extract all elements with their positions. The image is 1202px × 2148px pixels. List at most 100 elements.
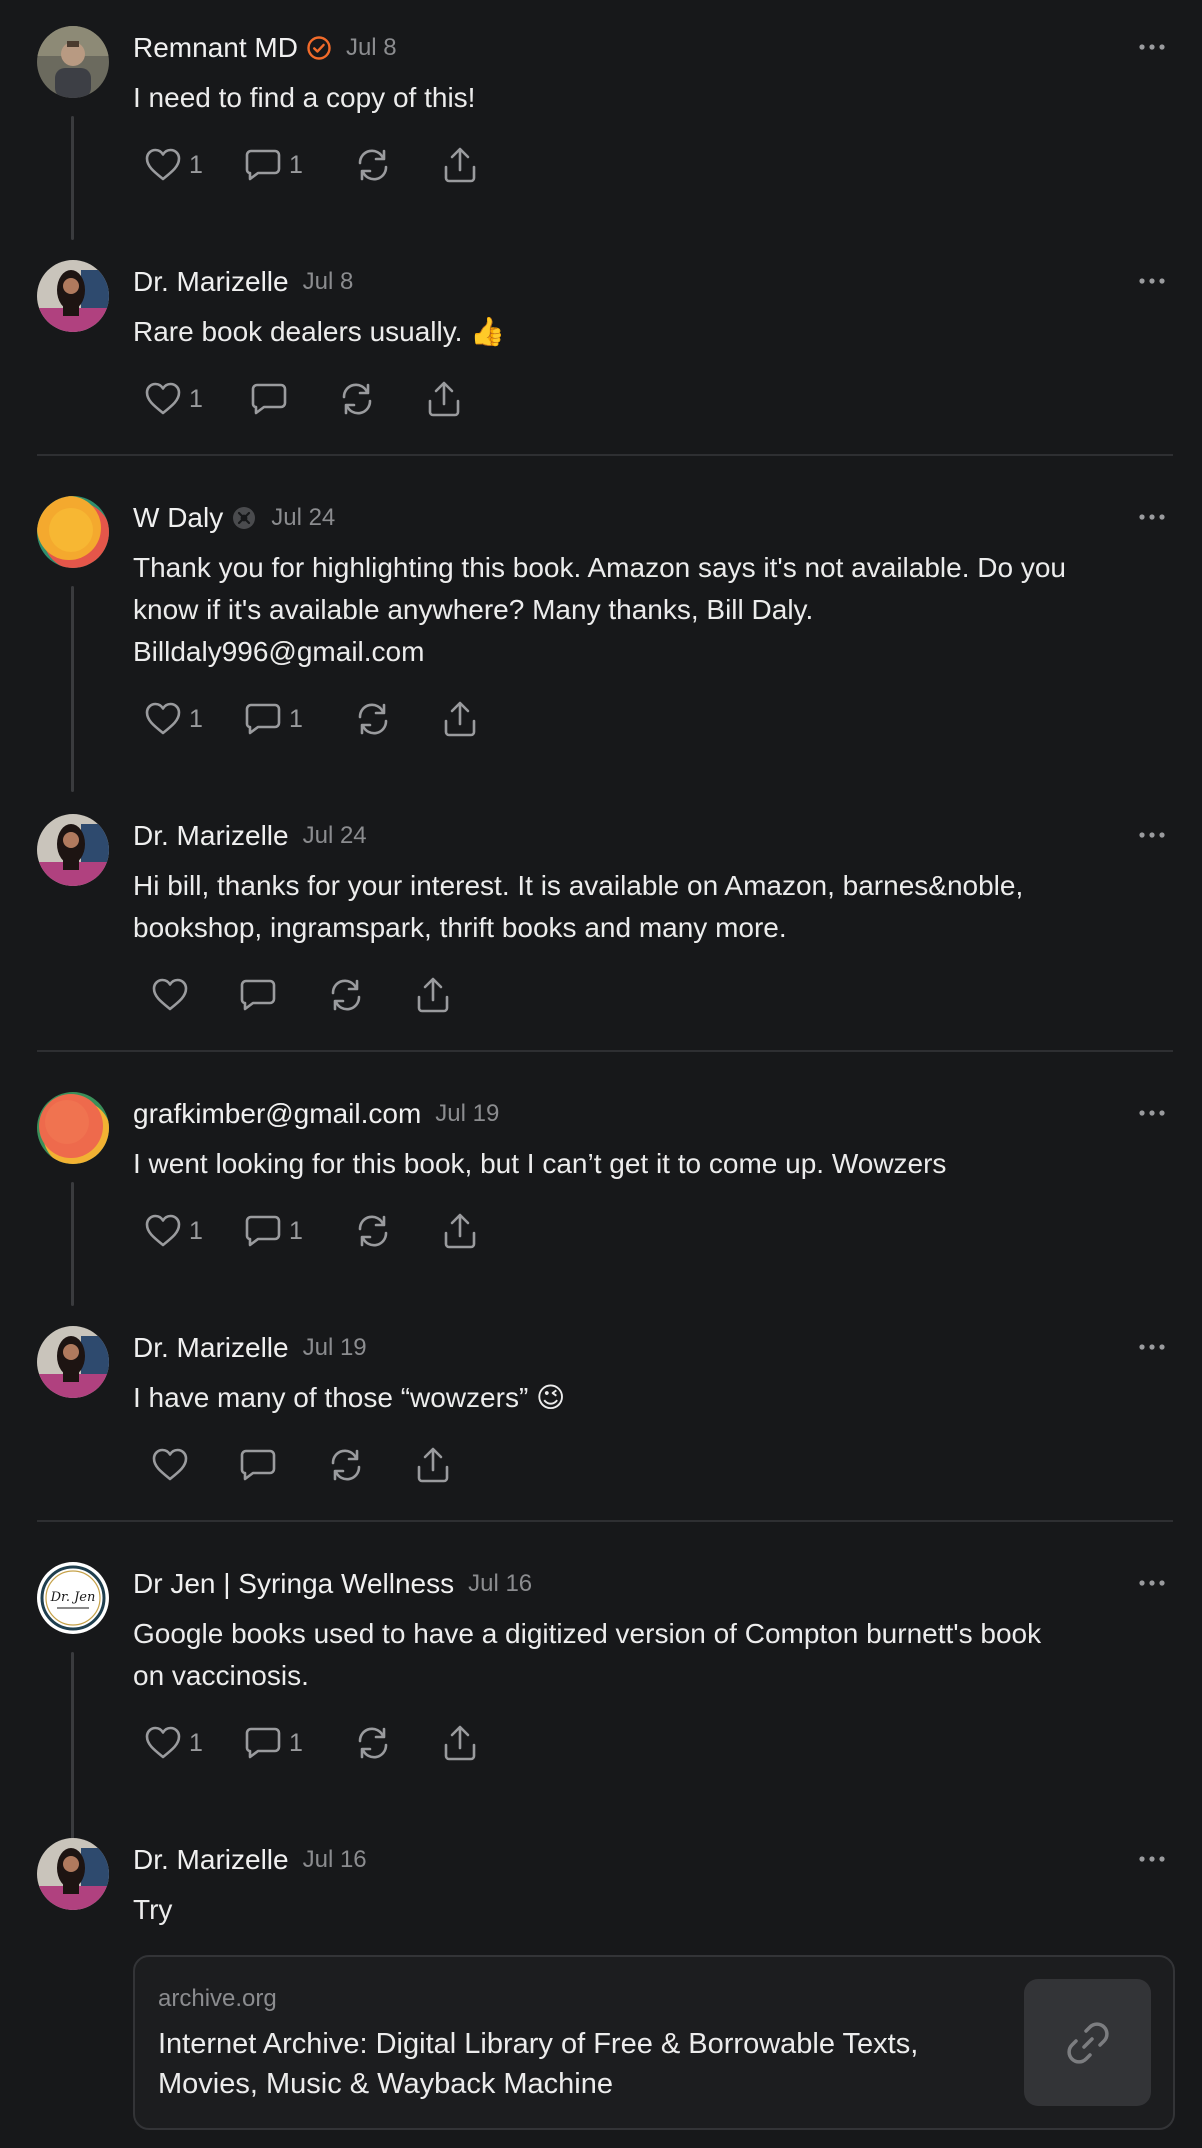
heart-icon (145, 1214, 181, 1247)
heart-icon (145, 702, 181, 735)
heart-icon (145, 1726, 181, 1759)
share-button[interactable] (427, 381, 487, 417)
more-options-icon[interactable] (1137, 502, 1167, 532)
comment-actions: 1 1 (145, 696, 503, 742)
restack-button[interactable] (328, 1448, 416, 1482)
heart-icon (145, 382, 181, 415)
like-button[interactable] (152, 978, 240, 1012)
like-button[interactable]: 1 (145, 382, 251, 416)
comment-date[interactable]: Jul 19 (435, 1100, 499, 1128)
comment-date[interactable]: Jul 19 (303, 1334, 367, 1362)
more-options-icon[interactable] (1137, 266, 1167, 296)
avatar[interactable] (37, 260, 109, 332)
restack-button[interactable] (339, 382, 427, 416)
share-button[interactable] (443, 1725, 503, 1761)
more-options-icon[interactable] (1137, 1844, 1167, 1874)
reply-button[interactable] (251, 382, 339, 416)
heart-icon (145, 148, 181, 181)
restack-icon (358, 1727, 388, 1759)
more-options-icon[interactable] (1137, 1098, 1167, 1128)
more-options-icon[interactable] (1137, 32, 1167, 62)
restack-icon (331, 1449, 361, 1481)
reply-button[interactable]: 1 (245, 148, 355, 182)
thread-line (71, 116, 74, 240)
svg-text:Dr. Jen: Dr. Jen (50, 1590, 96, 1605)
reply-count: 1 (289, 150, 303, 179)
comment-header: grafkimber@gmail.com Jul 19 (133, 1096, 499, 1132)
comment-text: Rare book dealers usually. 👍 (133, 316, 506, 347)
avatar[interactable] (37, 1838, 109, 1910)
link-title[interactable]: Internet Archive: Digital Library of Fre… (158, 2024, 978, 2104)
restack-button[interactable] (355, 702, 443, 736)
avatar[interactable] (37, 814, 109, 886)
more-options-icon[interactable] (1137, 1568, 1167, 1598)
author-name[interactable]: W Daly (133, 502, 223, 534)
restack-button[interactable] (355, 1726, 443, 1760)
reply-button[interactable]: 1 (245, 702, 355, 736)
comment-text: Hi bill, thanks for your interest. It is… (133, 870, 1024, 943)
comment-date[interactable]: Jul 8 (346, 34, 397, 62)
avatar[interactable] (37, 1092, 109, 1164)
author-name[interactable]: grafkimber@gmail.com (133, 1098, 421, 1130)
link-domain: archive.org (158, 1985, 277, 2012)
avatar[interactable]: Dr. Jen (37, 1562, 109, 1634)
avatar[interactable] (37, 496, 109, 568)
like-button[interactable]: 1 (145, 148, 245, 182)
link-preview-card[interactable]: archive.org Internet Archive: Digital Li… (133, 1955, 1175, 2130)
more-options-icon[interactable] (1137, 820, 1167, 850)
restack-icon (342, 383, 372, 415)
reply-button[interactable]: 1 (245, 1214, 355, 1248)
comment-text: I have many of those “wowzers” 😉 (133, 1382, 566, 1413)
comment-date[interactable]: Jul 16 (303, 1846, 367, 1874)
like-button[interactable]: 1 (145, 702, 245, 736)
share-button[interactable] (443, 1213, 503, 1249)
like-button[interactable] (152, 1448, 240, 1482)
like-button[interactable]: 1 (145, 1726, 245, 1760)
author-name[interactable]: Dr. Marizelle (133, 820, 289, 852)
share-button[interactable] (443, 701, 503, 737)
comment-header: Dr. Marizelle Jul 16 (133, 1842, 367, 1878)
thread-divider (37, 1520, 1173, 1522)
thread-divider (37, 454, 1173, 456)
avatar[interactable] (37, 26, 109, 98)
reply-button[interactable] (240, 978, 328, 1012)
comment-text: I went looking for this book, but I can’… (133, 1148, 947, 1179)
author-name[interactable]: Remnant MD (133, 32, 298, 64)
restack-icon (358, 703, 388, 735)
comment-date[interactable]: Jul 24 (303, 822, 367, 850)
share-icon (428, 381, 460, 417)
restack-button[interactable] (328, 978, 416, 1012)
comment-actions: 1 1 (145, 142, 503, 188)
comment-icon (245, 1727, 281, 1759)
share-button[interactable] (416, 977, 476, 1013)
comment-header: Dr. Marizelle Jul 19 (133, 1330, 367, 1366)
comment-date[interactable]: Jul 8 (303, 268, 354, 296)
reply-button[interactable]: 1 (245, 1726, 355, 1760)
author-name[interactable]: Dr. Marizelle (133, 1844, 289, 1876)
comment-header: Remnant MD Jul 8 (133, 30, 397, 66)
like-count: 1 (189, 150, 203, 179)
comment-header: Dr Jen | Syringa Wellness Jul 16 (133, 1566, 532, 1602)
comment-date[interactable]: Jul 16 (468, 1570, 532, 1598)
comment-actions (152, 1442, 476, 1488)
comment-text: Thank you for highlighting this book. Am… (133, 552, 1066, 667)
avatar[interactable] (37, 1326, 109, 1398)
restack-icon (331, 979, 361, 1011)
author-name[interactable]: Dr. Marizelle (133, 1332, 289, 1364)
comment-date[interactable]: Jul 24 (271, 504, 335, 532)
reply-button[interactable] (240, 1448, 328, 1482)
author-name[interactable]: Dr Jen | Syringa Wellness (133, 1568, 454, 1600)
restack-button[interactable] (355, 1214, 443, 1248)
share-icon (444, 147, 476, 183)
share-button[interactable] (443, 147, 503, 183)
author-name[interactable]: Dr. Marizelle (133, 266, 289, 298)
comment-actions: 1 1 (145, 1208, 503, 1254)
share-button[interactable] (416, 1447, 476, 1483)
more-options-icon[interactable] (1137, 1332, 1167, 1362)
comment-header: Dr. Marizelle Jul 24 (133, 818, 367, 854)
like-count: 1 (189, 1216, 203, 1245)
restack-button[interactable] (355, 148, 443, 182)
comment-header: Dr. Marizelle Jul 8 (133, 264, 353, 300)
like-button[interactable]: 1 (145, 1214, 245, 1248)
restack-icon (358, 149, 388, 181)
